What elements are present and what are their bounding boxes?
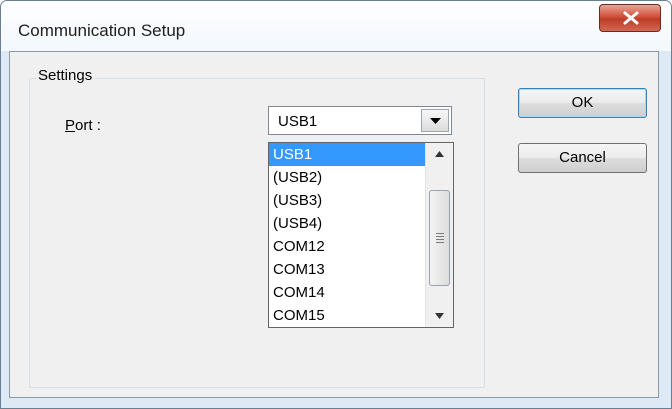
scrollbar-thumb[interactable] xyxy=(429,190,450,286)
ok-button[interactable]: OK xyxy=(518,88,647,118)
scroll-down-button[interactable] xyxy=(426,305,453,327)
title-bar[interactable]: Communication Setup xyxy=(1,1,671,51)
close-button[interactable] xyxy=(599,4,661,32)
port-option[interactable]: COM14 xyxy=(269,281,425,304)
thumb-grip-line xyxy=(436,236,444,237)
port-label-rest: ort : xyxy=(75,117,101,134)
scroll-up-button[interactable] xyxy=(426,143,453,165)
port-option[interactable]: COM13 xyxy=(269,258,425,281)
port-label-mnemonic: P xyxy=(65,117,76,134)
close-icon xyxy=(623,11,639,25)
port-dropdown-button[interactable] xyxy=(421,109,449,132)
port-option[interactable]: (USB3) xyxy=(269,189,425,212)
port-option[interactable]: (USB2) xyxy=(269,166,425,189)
scroll-up-arrow-icon xyxy=(435,151,444,157)
settings-group-label: Settings xyxy=(36,67,95,84)
port-combobox[interactable]: USB1 xyxy=(268,106,452,135)
chevron-down-icon xyxy=(430,118,441,124)
port-option[interactable]: COM15 xyxy=(269,304,425,327)
thumb-grip-line xyxy=(436,239,444,240)
thumb-grip-line xyxy=(436,233,444,234)
port-combobox-value: USB1 xyxy=(278,113,318,130)
port-option[interactable]: (USB4) xyxy=(269,212,425,235)
port-option[interactable]: COM12 xyxy=(269,235,425,258)
port-dropdown-list[interactable]: USB1 (USB2) (USB3) (USB4) COM12 COM13 COM14 COM… xyxy=(268,142,454,328)
port-label: Port : xyxy=(65,117,101,134)
cancel-button[interactable]: Cancel xyxy=(518,143,647,173)
thumb-grip-line xyxy=(436,242,444,243)
dropdown-scrollbar[interactable] xyxy=(425,143,453,327)
scroll-down-arrow-icon xyxy=(435,313,444,319)
port-options: USB1 (USB2) (USB3) (USB4) COM12 COM13 COM14 COM… xyxy=(269,143,425,327)
port-option[interactable]: USB1 xyxy=(269,143,425,166)
window-title: Communication Setup xyxy=(18,21,186,40)
